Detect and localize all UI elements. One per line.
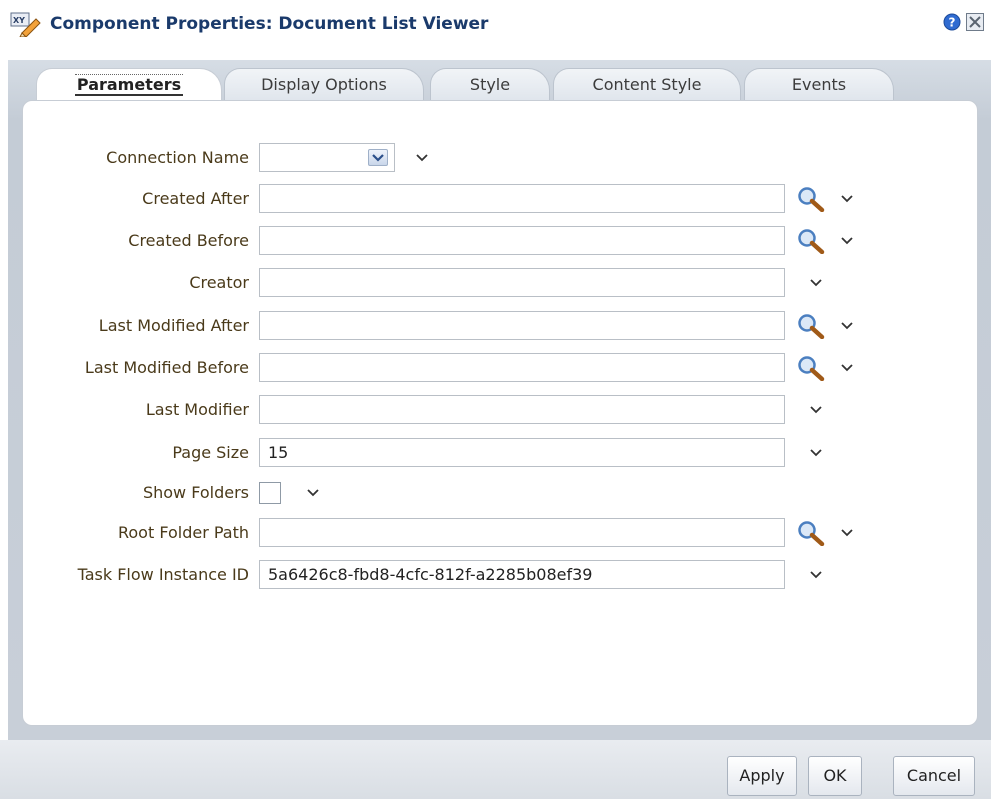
chevron-down-icon[interactable] xyxy=(840,236,854,246)
tab-parameters[interactable]: Parameters xyxy=(36,68,222,102)
creator-row: Creator xyxy=(0,266,991,300)
ok-button[interactable]: OK xyxy=(808,756,862,796)
page-size-label: Page Size xyxy=(172,443,249,462)
tab-content-style[interactable]: Content Style xyxy=(553,68,741,102)
chevron-down-icon[interactable] xyxy=(809,448,823,458)
title-bar: XY Component Properties: Document List V… xyxy=(0,0,991,50)
show-folders-label: Show Folders xyxy=(142,483,249,502)
task-flow-instance-id-input[interactable]: 5a6426c8-fbd8-4cfc-812f-a2285b08ef39 xyxy=(259,560,785,589)
created-before-row: Created Before xyxy=(0,224,991,258)
chevron-down-icon[interactable] xyxy=(809,278,823,288)
created-before-label: Created Before xyxy=(128,231,249,250)
dialog-title: Component Properties: Document List View… xyxy=(50,14,489,34)
connection-name-row: Connection Name xyxy=(0,141,991,175)
created-after-label: Created After xyxy=(142,189,249,208)
chevron-down-icon xyxy=(372,154,384,162)
show-folders-row: Show Folders xyxy=(0,476,991,510)
last-modifier-row: Last Modifier xyxy=(0,393,991,427)
tab-label: Content Style xyxy=(592,75,702,94)
search-icon[interactable] xyxy=(796,520,826,546)
connection-name-label: Connection Name xyxy=(106,148,249,167)
chevron-down-icon[interactable] xyxy=(306,488,320,498)
task-flow-instance-id-label: Task Flow Instance ID xyxy=(77,565,249,584)
tab-style[interactable]: Style xyxy=(430,68,550,102)
created-before-input[interactable] xyxy=(259,226,785,255)
last-modified-after-row: Last Modified After xyxy=(0,309,991,343)
chevron-down-icon[interactable] xyxy=(809,570,823,580)
show-folders-checkbox[interactable] xyxy=(259,482,281,504)
connection-name-select[interactable] xyxy=(259,143,395,172)
page-size-row: Page Size 15 xyxy=(0,436,991,470)
search-icon[interactable] xyxy=(796,228,826,254)
dropdown-button[interactable] xyxy=(368,149,388,166)
close-icon[interactable] xyxy=(966,13,984,31)
creator-input[interactable] xyxy=(259,268,785,297)
svg-text:?: ? xyxy=(949,16,956,30)
creator-label: Creator xyxy=(189,273,249,292)
page-size-input[interactable]: 15 xyxy=(259,438,785,467)
cancel-button[interactable]: Cancel xyxy=(893,756,975,796)
apply-button[interactable]: Apply xyxy=(727,756,797,796)
svg-text:XY: XY xyxy=(13,16,25,25)
root-folder-path-row: Root Folder Path xyxy=(0,516,991,550)
tab-label: Style xyxy=(469,75,511,94)
created-after-row: Created After xyxy=(0,182,991,216)
last-modified-before-row: Last Modified Before xyxy=(0,351,991,385)
help-icon[interactable]: ? xyxy=(943,13,961,31)
chevron-down-icon[interactable] xyxy=(809,405,823,415)
last-modifier-label: Last Modifier xyxy=(145,400,249,419)
chevron-down-icon[interactable] xyxy=(840,321,854,331)
root-folder-path-label: Root Folder Path xyxy=(117,523,249,542)
chevron-down-icon[interactable] xyxy=(840,528,854,538)
search-icon[interactable] xyxy=(796,355,826,381)
chevron-down-icon[interactable] xyxy=(840,194,854,204)
tab-events[interactable]: Events xyxy=(744,68,894,102)
search-icon[interactable] xyxy=(796,186,826,212)
task-flow-instance-id-row: Task Flow Instance ID 5a6426c8-fbd8-4cfc… xyxy=(0,558,991,592)
last-modified-before-label: Last Modified Before xyxy=(84,358,249,377)
tab-label: Events xyxy=(791,75,847,94)
root-folder-path-input[interactable] xyxy=(259,518,785,547)
tab-label: Display Options xyxy=(261,75,387,94)
chevron-down-icon[interactable] xyxy=(415,153,429,163)
chevron-down-icon[interactable] xyxy=(840,363,854,373)
last-modifier-input[interactable] xyxy=(259,395,785,424)
properties-icon: XY xyxy=(10,12,41,37)
tab-label: Parameters xyxy=(74,74,184,96)
last-modified-after-label: Last Modified After xyxy=(98,316,249,335)
created-after-input[interactable] xyxy=(259,184,785,213)
last-modified-before-input[interactable] xyxy=(259,353,785,382)
search-icon[interactable] xyxy=(796,313,826,339)
last-modified-after-input[interactable] xyxy=(259,311,785,340)
tab-display-options[interactable]: Display Options xyxy=(224,68,424,102)
